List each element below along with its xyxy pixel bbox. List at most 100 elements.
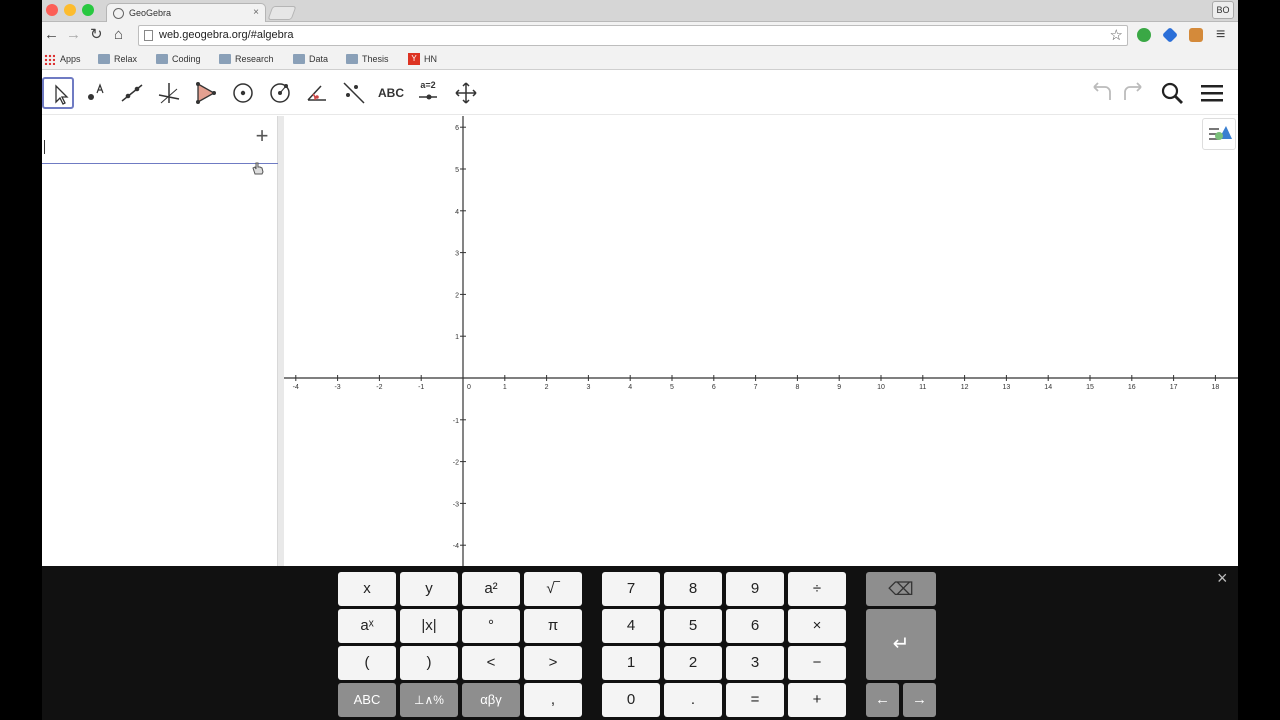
key-right-arrow[interactable]: → [903,683,936,717]
move-graphics-view-tool[interactable] [450,77,482,109]
graphics-view[interactable]: -4 -3 -2 -1 0 1 2 3 4 5 6 7 8 9 10 11 12 13 14 15 16 17 18 6 5 4 3… [284,116,1238,566]
hn-icon: Y [408,53,420,65]
back-arrow-icon[interactable]: ← [44,26,59,44]
bookmark-coding[interactable]: Coding [156,53,201,67]
key-math-symbols-mode[interactable]: ⊥∧% [400,683,458,717]
x-tick-label: 15 [1086,384,1094,391]
bookmark-research[interactable]: Research [219,53,274,67]
main-menu-button[interactable] [1196,77,1228,109]
extension-green-icon[interactable] [1137,28,1151,42]
graphics-canvas[interactable]: -4 -3 -2 -1 0 1 2 3 4 5 6 7 8 9 10 11 12 13 14 15 16 17 186543… [284,116,1238,566]
x-tick-label: 10 [877,384,885,391]
key-y[interactable]: y [400,572,458,606]
folder-icon [98,54,110,64]
point-tool[interactable] [79,77,111,109]
key-7[interactable]: 7 [602,572,660,606]
key-multiply[interactable]: × [788,609,846,643]
maximize-window-dot[interactable] [82,4,94,16]
bookmark-thesis[interactable]: Thesis [346,53,389,67]
key-4[interactable]: 4 [602,609,660,643]
key-x[interactable]: x [338,572,396,606]
key-open-paren[interactable]: ( [338,646,396,680]
key-sqrt[interactable]: √‾ [524,572,582,606]
key-pi[interactable]: π [524,609,582,643]
text-tool[interactable]: ABC [375,77,407,109]
minimize-window-dot[interactable] [64,4,76,16]
key-degree[interactable]: ° [462,609,520,643]
folder-icon [346,54,358,64]
key-enter[interactable]: ↵ [866,609,936,680]
key-power[interactable]: aˣ [338,609,396,643]
line-tool[interactable] [116,77,148,109]
x-tick-label: 8 [795,384,799,391]
search-button[interactable] [1156,77,1188,109]
bookmark-star-icon[interactable]: ☆ [1110,26,1123,44]
x-tick-label: 14 [1044,384,1052,391]
key-square[interactable]: a² [462,572,520,606]
close-window-dot[interactable] [46,4,58,16]
chrome-menu-icon[interactable]: ≡ [1216,26,1225,44]
slider-tool[interactable]: a=2 [412,77,444,109]
key-0[interactable]: 0 [602,683,660,717]
y-tick-label: 2 [455,292,459,299]
perpendicular-line-tool[interactable] [153,77,185,109]
key-equals[interactable]: = [726,683,784,717]
reload-icon[interactable]: ↻ [90,26,103,44]
bookmark-label: Data [309,54,329,64]
x-tick-label: 11 [919,384,926,391]
home-icon[interactable]: ⌂ [114,26,123,44]
redo-button[interactable] [1117,77,1149,109]
x-tick-label: 13 [1003,384,1011,391]
bookmark-relax[interactable]: Relax [98,53,137,67]
circle-tool[interactable] [227,77,259,109]
key-close-paren[interactable]: ) [400,646,458,680]
key-plus[interactable]: + [788,683,846,717]
key-5[interactable]: 5 [664,609,722,643]
extension-orange-icon[interactable] [1189,28,1203,42]
forward-arrow-icon[interactable]: → [66,26,81,44]
key-greek-mode[interactable]: αβγ [462,683,520,717]
key-3[interactable]: 3 [726,646,784,680]
key-2[interactable]: 2 [664,646,722,680]
navigation-bar: ← → ↻ ⌂ web.geogebra.org/#algebra ☆ ≡ [42,22,1238,49]
move-tool[interactable] [42,77,74,109]
key-minus[interactable]: − [788,646,846,680]
profile-button[interactable]: BO [1212,1,1234,19]
extension-blue-icon[interactable] [1162,27,1178,43]
browser-tab[interactable]: GeoGebra × [106,3,266,22]
x-tick-label: 7 [754,384,758,391]
key-6[interactable]: 6 [726,609,784,643]
key-left-arrow[interactable]: ← [866,683,899,717]
style-bar-toggle-button[interactable] [1202,118,1236,150]
bookmark-apps[interactable]: Apps [44,53,81,67]
key-divide[interactable]: ÷ [788,572,846,606]
key-decimal[interactable]: . [664,683,722,717]
y-tick-label: -2 [453,460,459,467]
algebra-input-field[interactable]: + [42,122,278,164]
key-backspace[interactable]: ⌫ [866,572,936,606]
add-input-button[interactable]: + [248,125,276,149]
circle-three-points-tool[interactable] [264,77,296,109]
key-greater-than[interactable]: > [524,646,582,680]
bookmark-hn[interactable]: Y HN [408,53,437,67]
key-1[interactable]: 1 [602,646,660,680]
key-9[interactable]: 9 [726,572,784,606]
keyboard-close-icon[interactable]: × [1217,568,1228,589]
address-bar[interactable]: web.geogebra.org/#algebra ☆ [138,25,1128,46]
key-comma[interactable]: , [524,683,582,717]
x-tick-label: 17 [1170,384,1178,391]
new-tab-button[interactable] [267,6,297,20]
angle-tool[interactable] [301,77,333,109]
polygon-tool[interactable] [190,77,222,109]
tab-close-icon[interactable]: × [253,7,259,18]
bookmark-data[interactable]: Data [293,53,328,67]
key-8[interactable]: 8 [664,572,722,606]
style-bar-icon [1209,126,1232,140]
key-abs[interactable]: |x| [400,609,458,643]
slider-icon [419,94,437,100]
x-tick-label: 3 [586,384,590,391]
key-abc-mode[interactable]: ABC [338,683,396,717]
undo-button[interactable] [1086,77,1118,109]
reflect-tool[interactable] [338,77,370,109]
key-less-than[interactable]: < [462,646,520,680]
